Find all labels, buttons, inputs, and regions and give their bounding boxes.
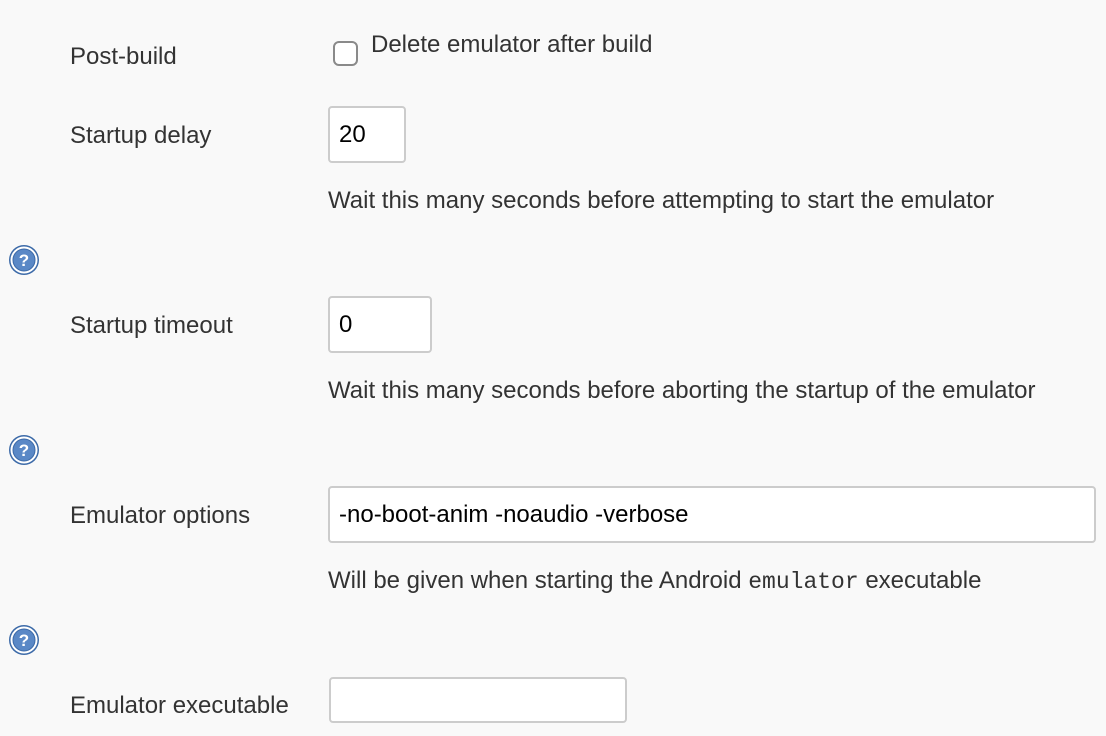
description-text: Will be given when starting the Android (328, 567, 749, 594)
delete-emulator-checkbox-label[interactable]: Delete emulator after build (371, 31, 652, 59)
emulator-executable-input[interactable] (329, 677, 627, 723)
startup-timeout-description: Wait this many seconds before aborting t… (328, 377, 1036, 404)
emulator-code: emulator (748, 569, 859, 595)
delete-emulator-checkbox[interactable] (333, 41, 358, 66)
post-build-label: Post-build (70, 43, 177, 70)
emulator-executable-label: Emulator executable (70, 692, 289, 719)
help-icon[interactable]: ? (8, 434, 40, 466)
help-icon[interactable]: ? (8, 244, 40, 276)
startup-delay-description: Wait this many seconds before attempting… (328, 187, 995, 214)
startup-delay-input[interactable] (328, 106, 406, 163)
emulator-options-label: Emulator options (70, 502, 251, 529)
svg-text:?: ? (19, 251, 29, 270)
emulator-options-input[interactable] (328, 486, 1096, 543)
svg-text:?: ? (19, 631, 29, 650)
startup-timeout-input[interactable] (328, 296, 432, 353)
description-text-end: executable (858, 567, 982, 594)
svg-text:?: ? (19, 441, 29, 460)
startup-delay-label: Startup delay (70, 122, 212, 149)
emulator-options-description: Will be given when starting the Android … (328, 567, 981, 596)
startup-timeout-label: Startup timeout (70, 312, 233, 339)
help-icon[interactable]: ? (8, 624, 40, 656)
